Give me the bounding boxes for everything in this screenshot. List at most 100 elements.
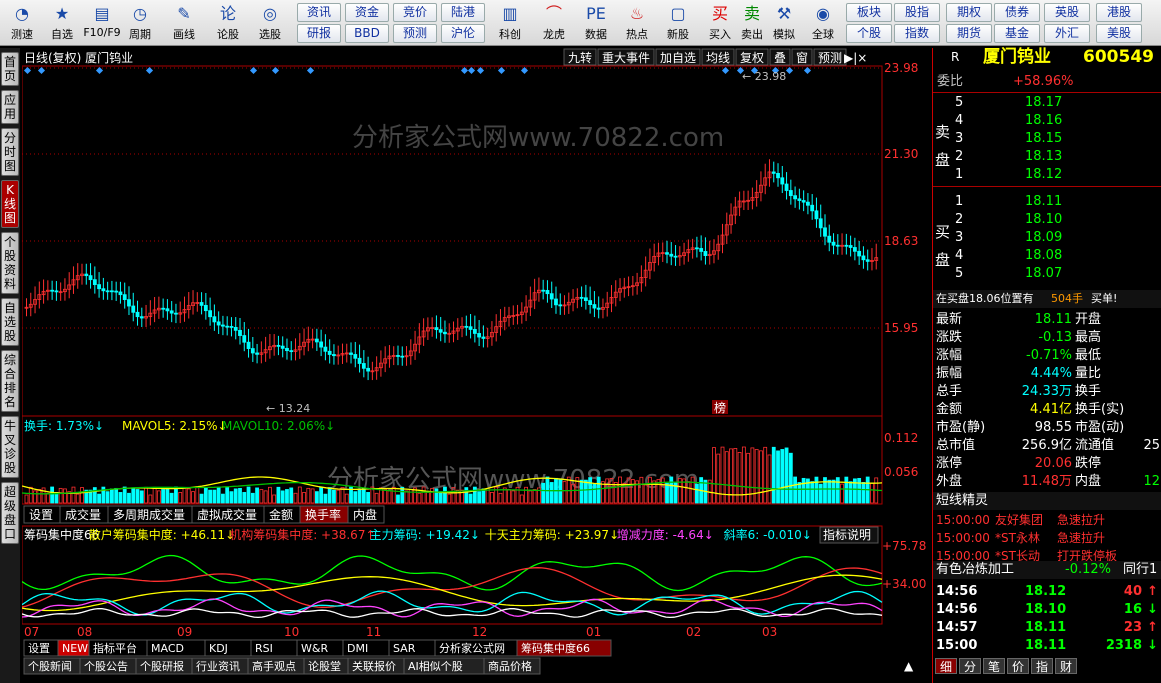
toolbar-group1-3[interactable]: 陆港	[441, 3, 485, 22]
header-button-4[interactable]: 复权	[740, 51, 764, 65]
toolbar-button2-4[interactable]: ▢ 新股	[658, 2, 698, 44]
header-button-0[interactable]: 九转	[568, 50, 592, 65]
toolbar-group1-7[interactable]: 沪伦	[441, 24, 485, 43]
buy-price[interactable]: 18.11	[1025, 193, 1062, 211]
quote-tab-3[interactable]: 价	[1007, 658, 1029, 674]
news-tab-4[interactable]: 高手观点	[252, 659, 296, 673]
vol-tab-1[interactable]: 成交量	[65, 507, 101, 522]
close-icon[interactable]: ▶|×	[844, 51, 867, 65]
toolbar-button-3[interactable]: ◷ 周期	[118, 2, 162, 44]
elf-name[interactable]: 友好集团	[995, 511, 1043, 529]
toolbar-market-1[interactable]: 股指	[894, 3, 940, 22]
kline-chart-svg[interactable]: 日线(复权) 厦门钨业 九转 重大事件 加自选 均线 复权叠窗预测 ▶|× 分析家公式网www…	[21, 48, 930, 675]
ind-tab-1[interactable]: NEW	[62, 642, 88, 655]
sidebar-item-8[interactable]: 超级盘口	[1, 482, 19, 544]
header-button-3[interactable]: 均线	[706, 51, 730, 65]
sidebar-item-0[interactable]: 首页	[1, 52, 19, 86]
toolbar-market-7[interactable]: 指数	[894, 24, 940, 43]
toolbar-button-5[interactable]: 论论股	[206, 2, 250, 44]
toolbar-market-5[interactable]: 港股	[1096, 3, 1142, 22]
toolbar-market-4[interactable]: 英股	[1044, 3, 1090, 22]
toolbar-market-0[interactable]: 板块	[846, 3, 892, 22]
vol-tab-6[interactable]: 内盘	[353, 507, 377, 522]
sell-price[interactable]: 18.16	[1025, 112, 1062, 130]
sidebar-item-3[interactable]: K线图	[1, 180, 19, 228]
ind-tab-5[interactable]: RSI	[255, 642, 273, 655]
ind-tab-7[interactable]: DMI	[347, 642, 368, 655]
sidebar-item-2[interactable]: 分时图	[1, 128, 19, 176]
quote-tab-0[interactable]: 细	[935, 658, 957, 674]
toolbar-button2-0[interactable]: ▥ 科创	[490, 2, 530, 44]
toolbar-group1-6[interactable]: 预测	[393, 24, 437, 43]
toolbar-market-8[interactable]: 期货	[946, 24, 992, 43]
news-tab-8[interactable]: 商品价格	[488, 659, 532, 673]
bang-label[interactable]: 榜	[714, 400, 726, 415]
header-button-1[interactable]: 重大事件	[602, 51, 650, 65]
quote-tab-1[interactable]: 分	[959, 658, 981, 674]
ind-tab-0[interactable]: 设置	[28, 642, 50, 655]
ind-tab-6[interactable]: W&R	[301, 642, 328, 655]
vol-tab-3[interactable]: 虚拟成交量	[197, 507, 257, 522]
toolbar-group1-2[interactable]: 竞价	[393, 3, 437, 22]
sidebar-item-6[interactable]: 综合排名	[1, 350, 19, 412]
ind-tab-8[interactable]: SAR	[393, 642, 416, 655]
sidebar-item-4[interactable]: 个股资料	[1, 232, 19, 294]
elf-name[interactable]: *ST永林	[995, 529, 1040, 547]
toolbar-group1-0[interactable]: 资讯	[297, 3, 341, 22]
sidebar-item-5[interactable]: 自选股	[1, 298, 19, 346]
header-button-2[interactable]: 加自选	[660, 51, 696, 65]
vol-tab-0[interactable]: 设置	[29, 508, 53, 522]
vol-tab-2[interactable]: 多周期成交量	[113, 507, 185, 522]
toolbar-market-11[interactable]: 美股	[1096, 24, 1142, 43]
sidebar-item-7[interactable]: 牛叉诊股	[1, 416, 19, 478]
sell-price[interactable]: 18.13	[1025, 148, 1062, 166]
toolbar-button2-8[interactable]: ◉ 全球	[803, 2, 843, 44]
toolbar-market-6[interactable]: 个股	[846, 24, 892, 43]
toolbar-button2-3[interactable]: ♨ 热点	[617, 2, 657, 44]
ind-tab-3[interactable]: MACD	[151, 642, 184, 655]
sell-price[interactable]: 18.15	[1025, 130, 1062, 148]
header-button-6[interactable]: 窗	[796, 51, 808, 65]
vol-tab-4[interactable]: 金额	[269, 507, 293, 522]
sell-price[interactable]: 18.12	[1025, 166, 1062, 184]
sidebar-item-1[interactable]: 应用	[1, 90, 19, 124]
header-button-7[interactable]: 预测	[818, 51, 842, 65]
kline-chart-area[interactable]: 日线(复权) 厦门钨业 九转 重大事件 加自选 均线 复权叠窗预测 ▶|× 分析家公式网www…	[21, 48, 930, 675]
buy-price[interactable]: 18.07	[1025, 265, 1062, 283]
news-tab-1[interactable]: 个股公告	[84, 660, 128, 673]
vol-tab-5[interactable]: 换手率	[305, 507, 341, 522]
ind-tab-4[interactable]: KDJ	[209, 642, 228, 655]
ind-explain-button[interactable]: 指标说明	[823, 527, 871, 542]
toolbar-button2-1[interactable]: ⌒ 龙虎	[534, 2, 574, 44]
news-tab-7[interactable]: AI相似个股	[408, 660, 463, 673]
header-button-5[interactable]: 叠	[774, 51, 786, 65]
toolbar-button2-2[interactable]: PE 数据	[576, 2, 616, 44]
toolbar-group1-5[interactable]: BBD	[345, 24, 389, 43]
news-tab-6[interactable]: 关联报价	[352, 659, 396, 673]
news-tab-5[interactable]: 论股堂	[308, 659, 341, 673]
toolbar-button-0[interactable]: ◔ 测速	[0, 2, 44, 44]
ind-tab-10[interactable]: 筹码集中度66	[521, 641, 590, 655]
quote-tab-5[interactable]: 财	[1055, 658, 1077, 674]
industry-name[interactable]: 有色冶炼加工	[936, 561, 1014, 579]
buy-price[interactable]: 18.10	[1025, 211, 1062, 229]
toolbar-market-3[interactable]: 债券	[994, 3, 1040, 22]
toolbar-button-6[interactable]: ◎ 选股	[248, 2, 292, 44]
toolbar-group1-1[interactable]: 资金	[345, 3, 389, 22]
collapse-icon[interactable]: ▲	[904, 659, 914, 673]
quote-tab-4[interactable]: 指	[1031, 658, 1053, 674]
toolbar-button2-7[interactable]: ⚒ 模拟	[764, 2, 804, 44]
news-tab-2[interactable]: 个股研报	[140, 659, 184, 673]
toolbar-market-9[interactable]: 基金	[994, 24, 1040, 43]
ind-tab-9[interactable]: 分析家公式网	[439, 641, 505, 655]
news-tab-3[interactable]: 行业资讯	[196, 660, 240, 673]
industry-tab[interactable]: 同行1	[1123, 561, 1157, 579]
toolbar-market-10[interactable]: 外汇	[1044, 24, 1090, 43]
toolbar-market-2[interactable]: 期权	[946, 3, 992, 22]
toolbar-button-1[interactable]: ★ 自选	[40, 2, 84, 44]
news-tab-0[interactable]: 个股新闻	[28, 659, 72, 673]
ind-tab-2[interactable]: 指标平台	[93, 641, 137, 655]
buy-price[interactable]: 18.09	[1025, 229, 1062, 247]
toolbar-button-4[interactable]: ✎ 画线	[162, 2, 206, 44]
sell-price[interactable]: 18.17	[1025, 94, 1062, 112]
